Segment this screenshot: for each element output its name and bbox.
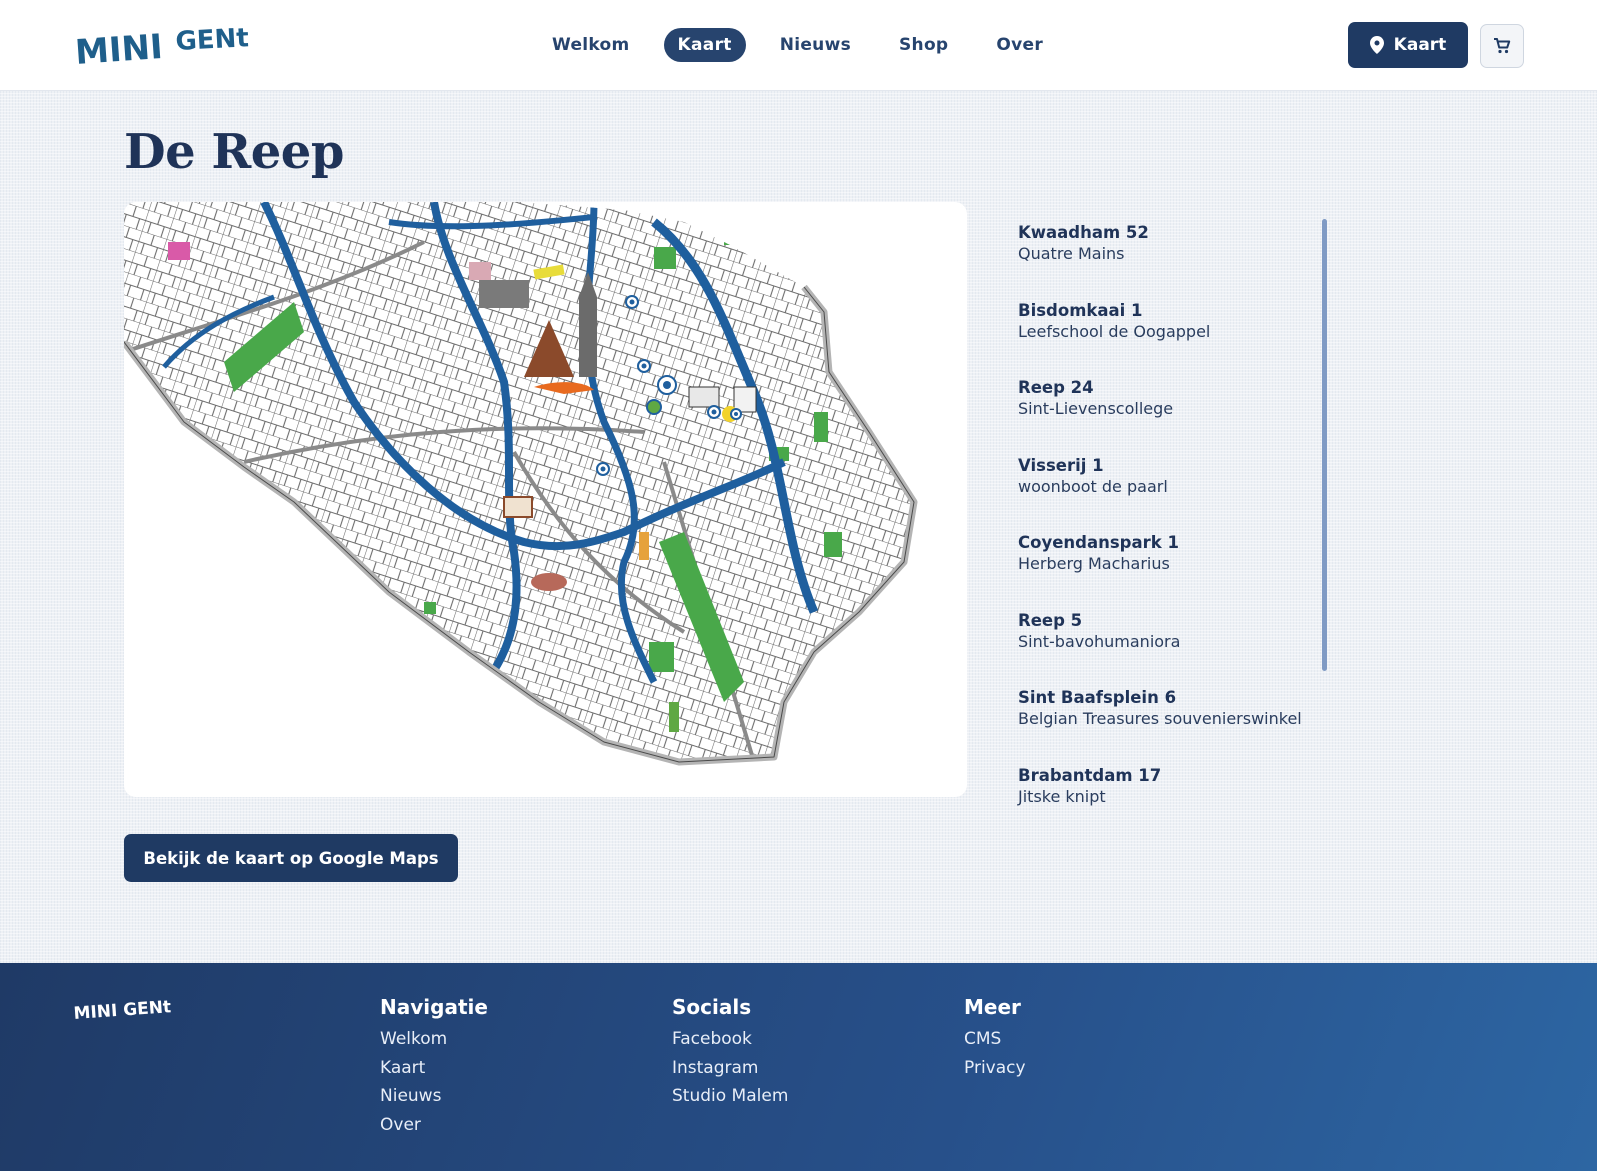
footer-link-studio-malem[interactable]: Studio Malem [672, 1082, 788, 1111]
list-item[interactable]: Coyendanspark 1 Herberg Macharius [1018, 532, 1318, 610]
location-address: Coyendanspark 1 [1018, 533, 1179, 552]
kaart-button-label: Kaart [1393, 35, 1447, 55]
map-marker[interactable] [625, 295, 639, 309]
landmark-figure-2 [669, 702, 679, 732]
site-footer: MINI GENt Navigatie Welkom Kaart Nieuws … [0, 963, 1597, 1171]
site-logo[interactable]: MINI GENt [76, 22, 256, 72]
map-marker[interactable] [657, 375, 677, 395]
footer-logo[interactable]: MINI GENt [74, 995, 174, 1025]
footer-link-cms[interactable]: CMS [964, 1025, 1026, 1054]
landmark-machine [168, 242, 190, 260]
footer-column-navigatie: Navigatie Welkom Kaart Nieuws Over [380, 995, 488, 1139]
footer-heading: Socials [672, 995, 752, 1019]
list-item[interactable]: Brabantdam 17 Jitske knipt [1018, 765, 1318, 843]
footer-link-privacy[interactable]: Privacy [964, 1054, 1026, 1083]
svg-text:MINI GENt: MINI GENt [74, 997, 172, 1024]
city-map[interactable] [124, 202, 967, 797]
landmark-figure-1 [639, 532, 649, 560]
list-item[interactable]: Visserij 1 woonboot de paarl [1018, 455, 1318, 533]
location-address: Bisdomkaai 1 [1018, 300, 1143, 320]
location-name: Jitske knipt [1018, 786, 1106, 806]
footer-column-socials: Socials Facebook Instagram Studio Malem [672, 995, 788, 1111]
map-marker[interactable] [730, 408, 742, 420]
landmark-boat [531, 573, 567, 591]
cart-icon [1494, 38, 1511, 54]
site-header: MINI GENt Welkom Kaart Nieuws Shop Over … [0, 0, 1597, 91]
location-name: Herberg Macharius [1018, 554, 1170, 573]
nav-item-kaart[interactable]: Kaart [663, 28, 746, 62]
location-address: Visserij 1 [1018, 455, 1104, 475]
footer-column-meer: Meer CMS Privacy [964, 995, 1026, 1082]
footer-link-over[interactable]: Over [380, 1111, 488, 1140]
map-marker[interactable] [707, 405, 721, 419]
location-address: Kwaadham 52 [1018, 223, 1149, 242]
google-maps-button[interactable]: Bekijk de kaart op Google Maps [124, 834, 458, 882]
svg-text:MINI: MINI [76, 27, 164, 72]
list-item[interactable]: Bisdomkaai 1 Leefschool de Oogappel [1018, 300, 1318, 378]
location-list: Kwaadham 52 Quatre Mains Bisdomkaai 1 Le… [1018, 222, 1318, 812]
footer-heading: Navigatie [380, 995, 488, 1019]
nav-item-welkom[interactable]: Welkom [538, 28, 644, 62]
list-item[interactable]: Kwaadham 52 Quatre Mains [1018, 222, 1318, 300]
location-name: woonboot de paarl [1018, 476, 1168, 496]
location-list-scrollbar[interactable] [1322, 219, 1327, 671]
location-name: Sint-bavohumaniora [1018, 631, 1181, 651]
location-name: Quatre Mains [1018, 244, 1125, 263]
location-address: Sint Baafsplein 6 [1018, 688, 1177, 707]
list-item[interactable]: Reep 5 Sint-bavohumaniora [1018, 610, 1318, 688]
footer-link-kaart[interactable]: Kaart [380, 1054, 488, 1083]
location-name: Leefschool de Oogappel [1018, 321, 1211, 341]
page-title: De Reep [124, 124, 344, 180]
kaart-button[interactable]: Kaart [1348, 22, 1468, 68]
location-address: Reep 24 [1018, 378, 1094, 397]
list-item[interactable]: Reep 24 Sint-Lievenscollege [1018, 377, 1318, 455]
map-marker[interactable] [646, 399, 662, 415]
map-marker[interactable] [637, 359, 651, 373]
footer-heading: Meer [964, 995, 1021, 1019]
location-address: Reep 5 [1018, 610, 1083, 630]
svg-text:GENt: GENt [175, 23, 250, 57]
location-address: Brabantdam 17 [1018, 765, 1162, 785]
location-name: Sint-Lievenscollege [1018, 399, 1174, 418]
footer-link-nieuws[interactable]: Nieuws [380, 1082, 488, 1111]
cart-button[interactable] [1480, 24, 1524, 68]
footer-link-welkom[interactable]: Welkom [380, 1025, 488, 1054]
map-illustration [124, 202, 918, 766]
nav-item-shop[interactable]: Shop [885, 28, 962, 62]
map-pin-icon [1369, 36, 1384, 54]
landmark-book [503, 496, 533, 518]
footer-link-instagram[interactable]: Instagram [672, 1054, 788, 1083]
footer-link-facebook[interactable]: Facebook [672, 1025, 788, 1054]
landmark-sheep [688, 386, 720, 408]
list-item[interactable]: Sint Baafsplein 6 Belgian Treasures souv… [1018, 687, 1318, 765]
nav-item-over[interactable]: Over [982, 28, 1057, 62]
map-marker[interactable] [596, 462, 610, 476]
location-name: Belgian Treasures souvenierswinkel [1018, 709, 1302, 728]
nav-item-nieuws[interactable]: Nieuws [766, 28, 865, 62]
main-nav: Welkom Kaart Nieuws Shop Over [538, 28, 1077, 64]
